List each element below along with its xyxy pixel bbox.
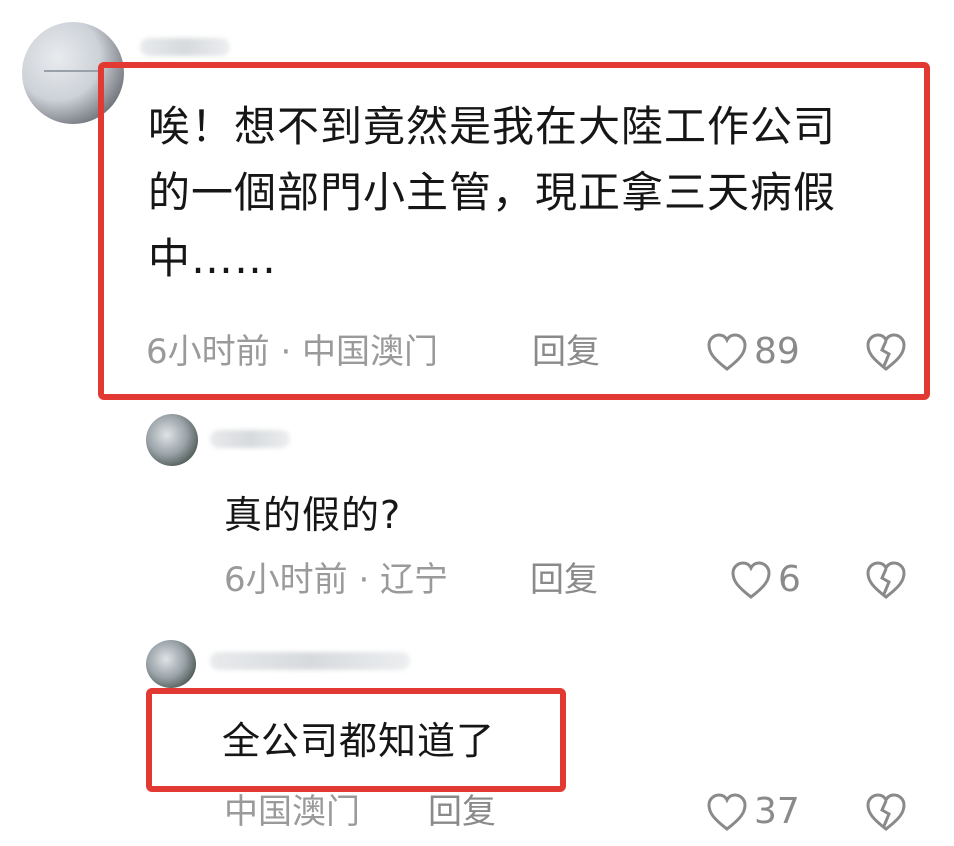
dislike-button[interactable] [864,792,908,836]
heart-outline-icon [731,561,771,599]
reply-button[interactable]: 回复 [530,558,598,602]
like-count: 37 [754,791,800,832]
avatar[interactable] [146,414,198,466]
username-blurred[interactable] [140,38,230,56]
heart-outline-icon [707,793,747,831]
username-blurred[interactable] [210,430,290,448]
highlight-box [98,62,930,400]
reply-button[interactable]: 回复 [428,790,496,834]
highlight-box [146,688,566,792]
comment-thread: 唉！想不到竟然是我在大陸工作公司 的一個部門小主管，現正拿三天病假 中…… 6小… [0,0,954,846]
broken-heart-icon [866,561,906,599]
dislike-button[interactable] [864,560,908,604]
reply-body: 真的假的? [224,493,402,537]
like-button[interactable]: 37 [706,790,800,834]
avatar[interactable] [146,640,196,688]
broken-heart-icon [866,793,906,831]
like-count: 6 [778,559,801,600]
comment-meta: 6小时前 · 辽宁 [224,560,449,600]
username-blurred[interactable] [210,652,410,670]
like-button[interactable]: 6 [730,558,801,602]
comment-meta: 中国澳门 [224,792,360,832]
